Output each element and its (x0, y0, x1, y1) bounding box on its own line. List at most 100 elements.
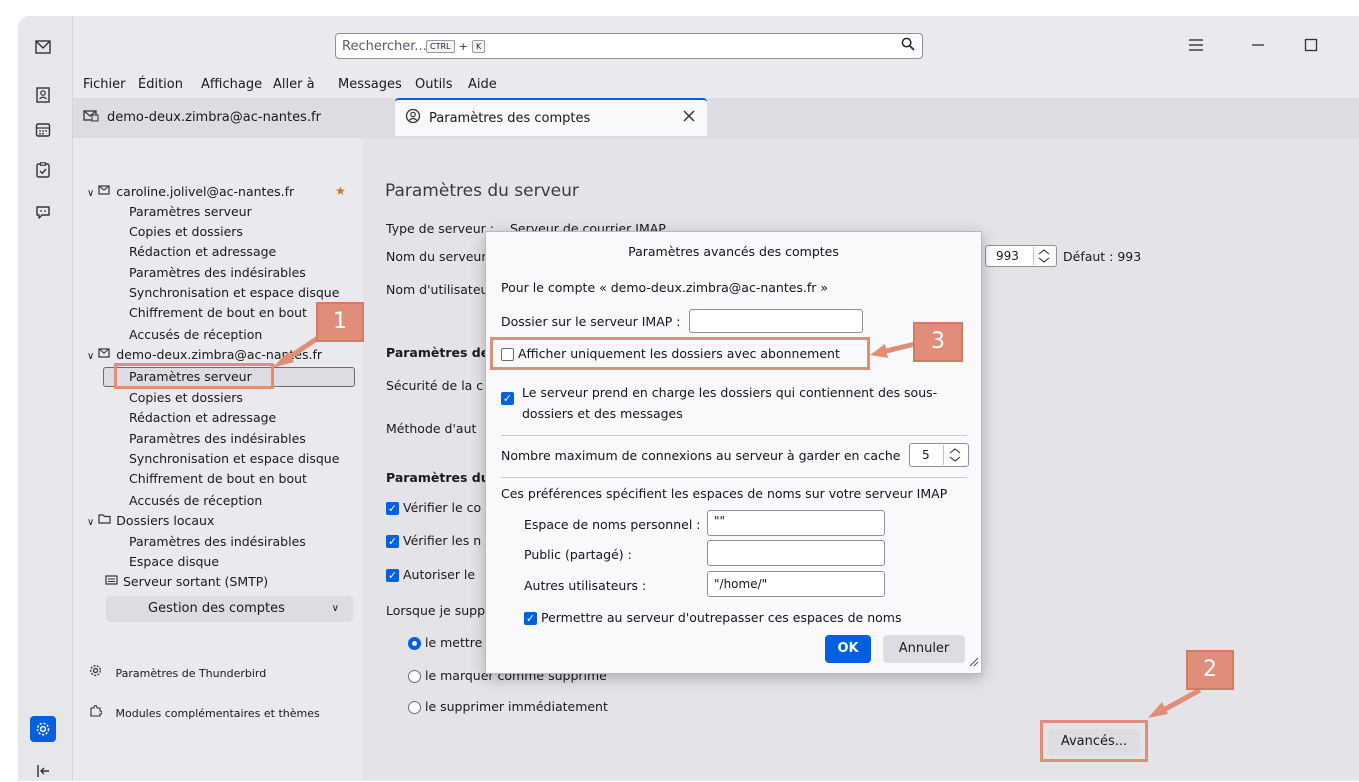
tree-item[interactable]: Accusés de réception (129, 325, 262, 345)
personal-namespace-input[interactable]: "" (707, 510, 885, 536)
public-namespace-input[interactable] (707, 540, 885, 566)
tree-item[interactable]: Paramètres des indésirables (129, 532, 306, 552)
radio-move[interactable]: le mettre (408, 635, 482, 650)
hamburger-menu-icon[interactable] (1188, 37, 1204, 56)
chat-icon[interactable] (32, 201, 54, 223)
manage-accounts-button[interactable]: Gestion des comptes ∨ (106, 596, 353, 622)
radio-delete-now[interactable]: le supprimer immédiatement (408, 699, 608, 714)
tree-item[interactable]: Synchronisation et espace disque (129, 449, 339, 469)
address-book-icon[interactable] (32, 84, 54, 106)
calendar-icon[interactable] (32, 119, 54, 141)
minimize-icon[interactable] (1250, 37, 1266, 56)
check-new-messages[interactable]: ✓ Vérifier le co (386, 500, 481, 515)
thunderbird-settings-link[interactable]: Paramètres de Thunderbird (89, 664, 266, 684)
account-settings-icon (405, 108, 421, 128)
max-connections-label: Nombre maximum de connexions au serveur … (501, 448, 901, 463)
mail-folder-icon (83, 108, 99, 126)
namespaces-intro: Ces préférences spécifient les espaces d… (501, 486, 948, 501)
local-folders[interactable]: ∨ Dossiers locaux (87, 511, 214, 531)
tree-item[interactable]: Paramètres des indésirables (129, 429, 306, 449)
server-heading: Paramètres du (386, 470, 490, 485)
checkbox-checked-icon[interactable]: ✓ (386, 569, 399, 582)
account-icon (98, 184, 112, 199)
stepper-arrows-icon[interactable] (1033, 247, 1054, 265)
menu-bar: Fichier Édition Affichage Aller à Messag… (73, 74, 1359, 98)
imap-folder-input[interactable] (689, 309, 863, 333)
account-line: Pour le compte « demo-deux.zimbra@ac-nan… (501, 280, 829, 295)
security-label: Sécurité de la c (386, 378, 484, 393)
account-demo-deux[interactable]: ∨ demo-deux.zimbra@ac-nantes.fr (87, 345, 322, 365)
radio-selected-icon[interactable] (408, 637, 421, 650)
folder-icon (98, 513, 112, 528)
subfolders-label: Le serveur prend en charge les dossiers … (522, 385, 938, 421)
allow-option[interactable]: ✓ Autoriser le (386, 567, 475, 582)
search-input[interactable]: Rechercher... CTRL + K (335, 33, 923, 59)
tree-item[interactable]: Synchronisation et espace disque (129, 283, 339, 303)
tree-item[interactable]: Rédaction et adressage (129, 242, 276, 262)
search-icon[interactable] (901, 37, 915, 55)
search-placeholder: Rechercher... (342, 39, 427, 54)
menu-fichier[interactable]: Fichier (83, 77, 126, 92)
ok-button[interactable]: OK (825, 635, 871, 663)
menu-aller-a[interactable]: Aller à (273, 77, 315, 92)
puzzle-icon (89, 704, 103, 720)
other-users-input[interactable]: "/home/" (707, 571, 885, 597)
kbd-k: K (472, 40, 486, 53)
tree-item[interactable]: Espace disque (129, 552, 219, 572)
chevron-down-icon: ∨ (331, 603, 339, 614)
checkbox-checked-icon[interactable]: ✓ (386, 502, 399, 515)
mail-icon[interactable] (32, 36, 54, 58)
checkbox-checked-icon[interactable]: ✓ (501, 392, 514, 405)
callout-3: 3 (913, 322, 963, 362)
kbd-ctrl: CTRL (426, 40, 455, 53)
tree-item[interactable]: Accusés de réception (129, 491, 262, 511)
tree-item[interactable]: Rédaction et adressage (129, 408, 276, 428)
advanced-settings-dialog: Paramètres avancés des comptes Pour le c… (485, 231, 982, 674)
callout-2: 2 (1186, 650, 1234, 690)
override-namespaces-option[interactable]: ✓ Permettre au serveur d'outrepasser ces… (524, 610, 901, 625)
tree-item[interactable]: Paramètres serveur (129, 202, 252, 222)
menu-aide[interactable]: Aide (468, 77, 497, 92)
addons-link[interactable]: Modules complémentaires et thèmes (89, 704, 320, 724)
menu-affichage[interactable]: Affichage (201, 77, 262, 92)
smtp-server[interactable]: Serveur sortant (SMTP) (105, 572, 268, 592)
radio-icon[interactable] (408, 670, 421, 683)
check-all-folders[interactable]: ✓ Vérifier les n (386, 533, 481, 548)
checkbox-checked-icon[interactable]: ✓ (524, 612, 537, 625)
spaces-toolbar (18, 16, 73, 780)
account-icon (98, 347, 112, 362)
highlight-box-3 (490, 337, 870, 370)
radio-icon[interactable] (408, 701, 421, 714)
server-type-label: Type de serveur : (386, 221, 494, 236)
tab-account-settings[interactable]: Paramètres des comptes (395, 98, 707, 136)
port-stepper[interactable]: 993 (985, 245, 1057, 267)
subfolders-option[interactable]: ✓ (501, 382, 514, 405)
settings-gear-icon[interactable] (30, 716, 56, 742)
collapse-toolbar-icon[interactable] (32, 760, 54, 782)
tree-item[interactable]: Copies et dossiers (129, 388, 243, 408)
menu-messages[interactable]: Messages (338, 77, 402, 92)
callout-1: 1 (316, 302, 364, 342)
menu-edition[interactable]: Édition (138, 77, 183, 92)
checkbox-checked-icon[interactable]: ✓ (386, 535, 399, 548)
outgoing-server-icon (105, 574, 119, 589)
tree-item[interactable]: Paramètres des indésirables (129, 263, 306, 283)
close-tab-icon[interactable] (683, 110, 695, 126)
stepper-arrows-icon[interactable] (943, 445, 966, 465)
resize-grip-icon[interactable] (967, 652, 979, 671)
tree-item[interactable]: Copies et dossiers (129, 222, 243, 242)
auth-label: Méthode d'aut (386, 421, 477, 436)
imap-folder-label: Dossier sur le serveur IMAP : (501, 314, 681, 329)
maximize-icon[interactable] (1304, 37, 1318, 56)
tree-item[interactable]: Chiffrement de bout en bout (129, 469, 307, 489)
account-caroline[interactable]: ∨ caroline.jolivel@ac-nantes.fr (87, 182, 294, 202)
tab-mail[interactable]: demo-deux.zimbra@ac-nantes.fr (83, 98, 383, 136)
cancel-button[interactable]: Annuler (883, 635, 965, 663)
tree-item[interactable]: Chiffrement de bout en bout (129, 303, 307, 323)
max-connections-stepper[interactable]: 5 (909, 443, 969, 467)
tasks-icon[interactable] (32, 159, 54, 181)
personal-namespace-label: Espace de noms personnel : (524, 517, 701, 532)
menu-outils[interactable]: Outils (415, 77, 453, 92)
dialog-title: Paramètres avancés des comptes (628, 244, 839, 259)
gear-icon (89, 665, 102, 680)
